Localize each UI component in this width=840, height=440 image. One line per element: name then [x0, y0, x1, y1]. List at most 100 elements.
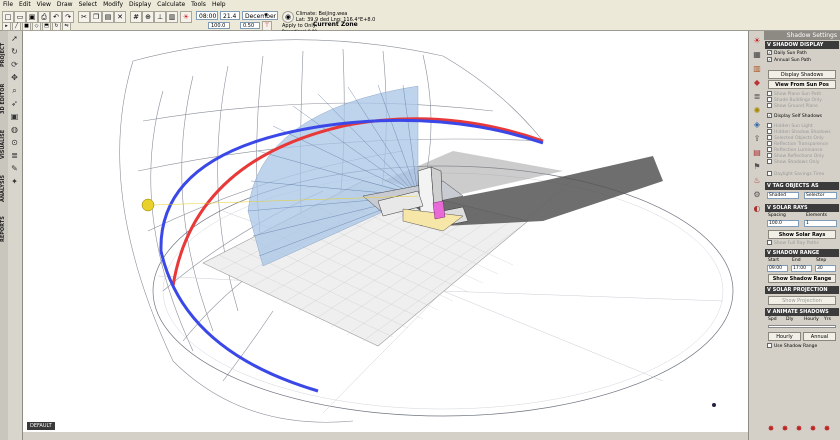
cube-icon[interactable]: ▣ — [9, 111, 20, 122]
menu-calculate[interactable]: Calculate — [154, 0, 188, 10]
rays-elements-input[interactable]: 1 — [804, 220, 837, 227]
tools-icon[interactable]: ⚙ — [751, 189, 763, 201]
materials-icon[interactable]: ▥ — [751, 63, 763, 75]
brush-icon[interactable]: ✎ — [9, 163, 20, 174]
plane-icon[interactable]: ◇ — [32, 22, 41, 31]
star-icon-4[interactable]: ✸ — [808, 424, 818, 434]
star-icon-5[interactable]: ✸ — [822, 424, 832, 434]
show-projection-button[interactable]: Show Projection — [768, 296, 836, 305]
view-from-sun-button[interactable]: View From Sun Pos — [768, 80, 836, 89]
tab-reports[interactable]: REPORTS — [0, 211, 8, 247]
zone-select[interactable]: Current Zone — [313, 22, 358, 28]
use-shadow-range-check[interactable]: Use Shadow Range — [767, 343, 817, 350]
anim-slider[interactable] — [768, 325, 836, 328]
annual-sun-path-check[interactable]: ✓ Annual Sun Path — [767, 57, 811, 64]
ground-plane-check[interactable]: Show Ground Plane — [767, 103, 818, 110]
filter-icon[interactable]: ⚑ — [751, 161, 763, 173]
show-shadow-range-button[interactable]: Show Shadow Range — [768, 274, 836, 283]
tab-visualise[interactable]: VISUALISE — [0, 124, 8, 164]
light-bulb-icon[interactable]: ✺ — [751, 105, 763, 117]
grid-icon[interactable]: # — [130, 11, 142, 23]
menu-select[interactable]: Select — [76, 0, 101, 10]
magnifier-icon[interactable]: ⊙ — [9, 137, 20, 148]
select-arrow-icon[interactable]: ➚ — [9, 33, 20, 44]
arrow-small-icon[interactable]: ▸ — [2, 22, 11, 31]
chart-icon[interactable]: ▤ — [751, 147, 763, 159]
show-solar-rays-button[interactable]: Show Solar Rays — [768, 230, 836, 239]
month-select[interactable]: December — [242, 11, 278, 20]
3d-viewport[interactable]: DEFAULT — [23, 31, 748, 432]
section-solar-projection[interactable]: V SOLAR PROJECTION — [765, 286, 839, 294]
copy-icon[interactable]: ❐ — [90, 11, 102, 23]
redraw-icon[interactable]: ⟳ — [9, 59, 20, 70]
tab-project[interactable]: PROJECT — [0, 36, 8, 74]
sun-settings-icon[interactable]: ☀ — [751, 35, 763, 47]
pan-icon[interactable]: ✥ — [9, 72, 20, 83]
table-icon[interactable]: ≣ — [751, 91, 763, 103]
section-shadow-display[interactable]: V SHADOW DISPLAY — [765, 41, 839, 49]
grid-settings-icon[interactable]: ▦ — [751, 49, 763, 61]
time-field[interactable]: 08:00 — [196, 11, 218, 20]
day-field[interactable]: 21.4 — [220, 11, 240, 20]
checkbox[interactable]: ✓ — [767, 50, 772, 55]
menu-display[interactable]: Display — [126, 0, 154, 10]
cut-icon[interactable]: ✂ — [78, 11, 90, 23]
export-icon[interactable]: ⇪ — [751, 133, 763, 145]
chevron-down-icon[interactable]: ▼ — [262, 11, 270, 18]
range-start-input[interactable]: 09:00 — [767, 265, 788, 272]
orbit-icon[interactable]: ↻ — [9, 46, 20, 57]
section-tag-objects[interactable]: V TAG OBJECTS AS — [765, 182, 839, 190]
annual-button[interactable]: Annual — [803, 332, 836, 341]
menu-help[interactable]: Help — [209, 0, 229, 10]
line-icon[interactable]: ╱ — [12, 22, 21, 31]
sun-marker[interactable] — [141, 198, 155, 212]
sun-position-icon[interactable]: ☀ — [180, 11, 192, 23]
menu-view[interactable]: View — [34, 0, 54, 10]
reflection-icon[interactable]: ◈ — [751, 119, 763, 131]
range-end-input[interactable]: 17:00 — [791, 265, 812, 272]
star-icon-3[interactable]: ✸ — [794, 424, 804, 434]
layers-icon[interactable]: ≣ — [9, 150, 20, 161]
full-ray-paths-check[interactable]: Show Full Ray Paths — [767, 240, 819, 247]
menu-tools[interactable]: Tools — [188, 0, 209, 10]
light-icon[interactable]: ✦ — [9, 176, 20, 187]
climate-globe-icon[interactable]: ◉ — [282, 11, 294, 23]
sphere-icon[interactable]: ◍ — [9, 124, 20, 135]
block-icon[interactable]: ■ — [22, 22, 31, 31]
checkbox[interactable]: ✓ — [767, 57, 772, 62]
paste-icon[interactable]: ▤ — [102, 11, 114, 23]
step-field[interactable]: 0.50 — [240, 22, 260, 29]
rotate-small-icon[interactable]: ↻ — [52, 22, 61, 31]
range-step-input[interactable]: 30 — [815, 265, 836, 272]
section-solar-rays[interactable]: V SOLAR RAYS — [765, 204, 839, 212]
star-icon-2[interactable]: ✸ — [780, 424, 790, 434]
hourly-button[interactable]: Hourly — [768, 332, 801, 341]
thermal-icon[interactable]: ♨ — [751, 175, 763, 187]
pointer-icon[interactable]: ➶ — [9, 98, 20, 109]
delete-icon[interactable]: ✕ — [114, 11, 126, 23]
ortho-icon[interactable]: ⊥ — [154, 11, 166, 23]
star-icon-1[interactable]: ✸ — [766, 424, 776, 434]
tag-shaded-select[interactable]: Shaded — [767, 192, 799, 199]
daylight-savings-check[interactable]: Daylight Savings Time — [767, 171, 824, 178]
shadows-only-check[interactable]: Show Shadows Only — [767, 159, 819, 166]
zoom-field[interactable]: 100.0 — [208, 22, 230, 29]
menu-modify[interactable]: Modify — [100, 0, 126, 10]
display-shadows-button[interactable]: Display Shadows — [768, 70, 836, 79]
menu-edit[interactable]: Edit — [16, 0, 34, 10]
extrude-icon[interactable]: ⬒ — [42, 22, 51, 31]
zoom-icon[interactable]: ⌕ — [9, 85, 20, 96]
section-animate-shadows[interactable]: V ANIMATE SHADOWS — [765, 308, 839, 316]
menu-file[interactable]: File — [0, 0, 16, 10]
mirror-icon[interactable]: ⇋ — [62, 22, 71, 31]
zone-icon[interactable]: ▥ — [166, 11, 178, 23]
menu-draw[interactable]: Draw — [54, 0, 76, 10]
axes-icon[interactable]: ⊤ — [262, 21, 272, 31]
shadow-icon[interactable]: ◆ — [751, 77, 763, 89]
tag-selector-select[interactable]: Selector — [804, 192, 837, 199]
snap-icon[interactable]: ⊕ — [142, 11, 154, 23]
rays-spacing-input[interactable]: 100.0 — [767, 220, 799, 227]
tab-analysis[interactable]: ANALYSIS — [0, 169, 8, 207]
acoustic-icon[interactable]: ◐ — [751, 203, 763, 215]
tab-3d-editor[interactable]: 3D EDITOR — [0, 79, 8, 119]
